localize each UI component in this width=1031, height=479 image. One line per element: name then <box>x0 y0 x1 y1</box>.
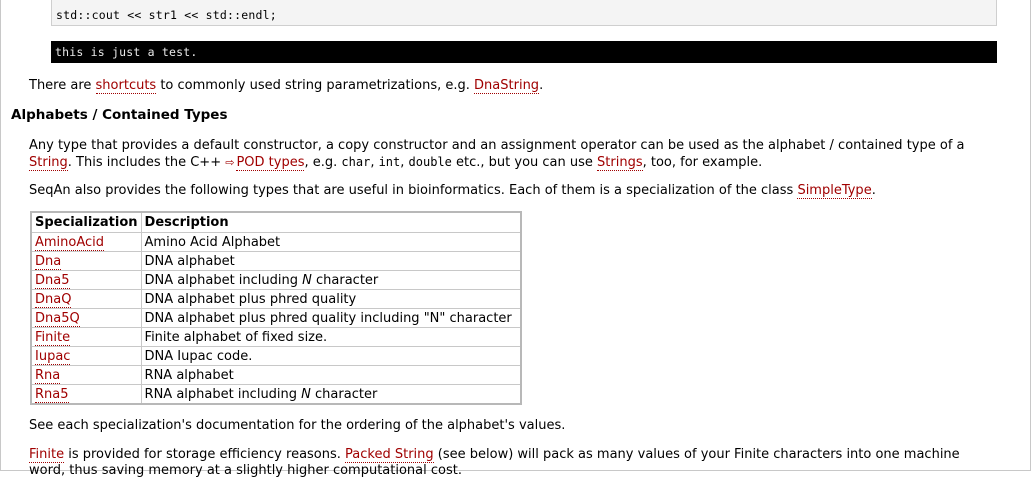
section-heading: Alphabets / Contained Types <box>11 107 228 123</box>
text-span: , <box>370 155 379 170</box>
dna5q-link[interactable]: Dna5Q <box>35 310 80 327</box>
table-row: Iupac DNA Iupac code. <box>30 346 522 366</box>
desc-cell: DNA alphabet including N character <box>140 270 522 290</box>
iupac-link[interactable]: Iupac <box>35 348 71 365</box>
code-text: std::cout << str1 << std::endl; <box>56 8 277 22</box>
code-snippet: std::cout << str1 << std::endl; <box>51 0 997 26</box>
spec-cell: Finite <box>30 327 142 347</box>
text-span: . <box>871 183 876 198</box>
seqan-paragraph: SeqAn also provides the following types … <box>29 183 999 199</box>
spec-cell: AminoAcid <box>30 232 142 252</box>
shortcuts-paragraph: There are shortcuts to commonly used str… <box>29 78 999 94</box>
spec-cell: Iupac <box>30 346 142 366</box>
packed-string-link[interactable]: Packed String <box>345 447 434 463</box>
dnaq-link[interactable]: DnaQ <box>35 291 72 308</box>
table-row: DnaQ DNA alphabet plus phred quality <box>30 289 522 309</box>
header-specialization: Specialization <box>30 211 142 233</box>
alphabet-paragraph: Any type that provides a default constru… <box>29 138 999 171</box>
text-span: , e.g. <box>304 155 342 170</box>
header-description: Description <box>140 211 522 233</box>
aminoacid-link[interactable]: AminoAcid <box>35 234 105 251</box>
string-link[interactable]: String <box>29 155 68 171</box>
text-span: There are <box>29 78 96 93</box>
desc-cell: RNA alphabet <box>140 365 522 385</box>
text-span: , <box>400 155 409 170</box>
table-row: AminoAcid Amino Acid Alphabet <box>30 232 522 252</box>
external-link-icon: ⇨ <box>225 156 235 169</box>
text-span: is provided for storage efficiency reaso… <box>64 447 346 462</box>
table-row: Dna DNA alphabet <box>30 251 522 271</box>
strings-link[interactable]: Strings <box>597 155 643 171</box>
shortcuts-link[interactable]: shortcuts <box>95 78 157 94</box>
output-snippet: this is just a test. <box>51 41 997 63</box>
spec-cell: Dna5 <box>30 270 142 290</box>
spec-cell: Rna <box>30 365 142 385</box>
spec-cell: Dna <box>30 251 142 271</box>
code-char: char <box>341 155 371 169</box>
desc-cell: DNA alphabet plus phred quality <box>140 289 522 309</box>
text-span: Any type that provides a default constru… <box>29 138 965 153</box>
table-row: Finite Finite alphabet of fixed size. <box>30 327 522 347</box>
desc-text: DNA alphabet including <box>144 272 303 288</box>
desc-cell: Finite alphabet of fixed size. <box>140 327 522 347</box>
pod-types-link[interactable]: POD types <box>236 155 305 171</box>
desc-text: RNA alphabet including <box>144 386 302 402</box>
text-span: etc., but you can use <box>451 155 598 170</box>
desc-emphasis: N <box>302 272 312 288</box>
text-span: SeqAn also provides the following types … <box>29 183 798 198</box>
desc-text: character <box>311 272 379 288</box>
table-row: Dna5 DNA alphabet including N character <box>30 270 522 290</box>
table-row: Dna5Q DNA alphabet plus phred quality in… <box>30 308 522 328</box>
ordering-paragraph: See each specialization's documentation … <box>29 418 566 433</box>
spec-cell: Dna5Q <box>30 308 142 328</box>
table-header-row: Specialization Description <box>30 211 522 233</box>
desc-text: character <box>310 386 378 402</box>
table-row: Rna RNA alphabet <box>30 365 522 385</box>
code-double: double <box>408 155 452 169</box>
desc-cell: Amino Acid Alphabet <box>140 232 522 252</box>
dnastring-link[interactable]: DnaString <box>474 78 540 94</box>
desc-cell: DNA alphabet plus phred quality includin… <box>140 308 522 328</box>
code-int: int <box>378 155 401 169</box>
specialization-table: Specialization Description AminoAcid Ami… <box>30 211 522 405</box>
dna-link[interactable]: Dna <box>35 253 62 270</box>
desc-cell: DNA alphabet <box>140 251 522 271</box>
desc-cell: RNA alphabet including N character <box>140 384 522 405</box>
text-span: to commonly used string parametrizations… <box>156 78 475 93</box>
table-row: Rna5 RNA alphabet including N character <box>30 384 522 405</box>
text-span: . This includes the C++ <box>67 155 226 170</box>
spec-cell: Rna5 <box>30 384 142 405</box>
text-span: . <box>539 78 544 93</box>
rna-link[interactable]: Rna <box>35 367 61 384</box>
desc-cell: DNA Iupac code. <box>140 346 522 366</box>
text-span: , too, for example. <box>642 155 763 170</box>
finite-paragraph: Finite is provided for storage efficienc… <box>29 447 999 479</box>
finite-paragraph-link[interactable]: Finite <box>29 447 65 463</box>
desc-emphasis: N <box>301 386 311 402</box>
finite-link[interactable]: Finite <box>35 329 71 346</box>
spec-cell: DnaQ <box>30 289 142 309</box>
simpletype-link[interactable]: SimpleType <box>797 183 872 199</box>
rna5-link[interactable]: Rna5 <box>35 386 69 403</box>
dna5-link[interactable]: Dna5 <box>35 272 70 289</box>
output-text: this is just a test. <box>55 45 198 59</box>
